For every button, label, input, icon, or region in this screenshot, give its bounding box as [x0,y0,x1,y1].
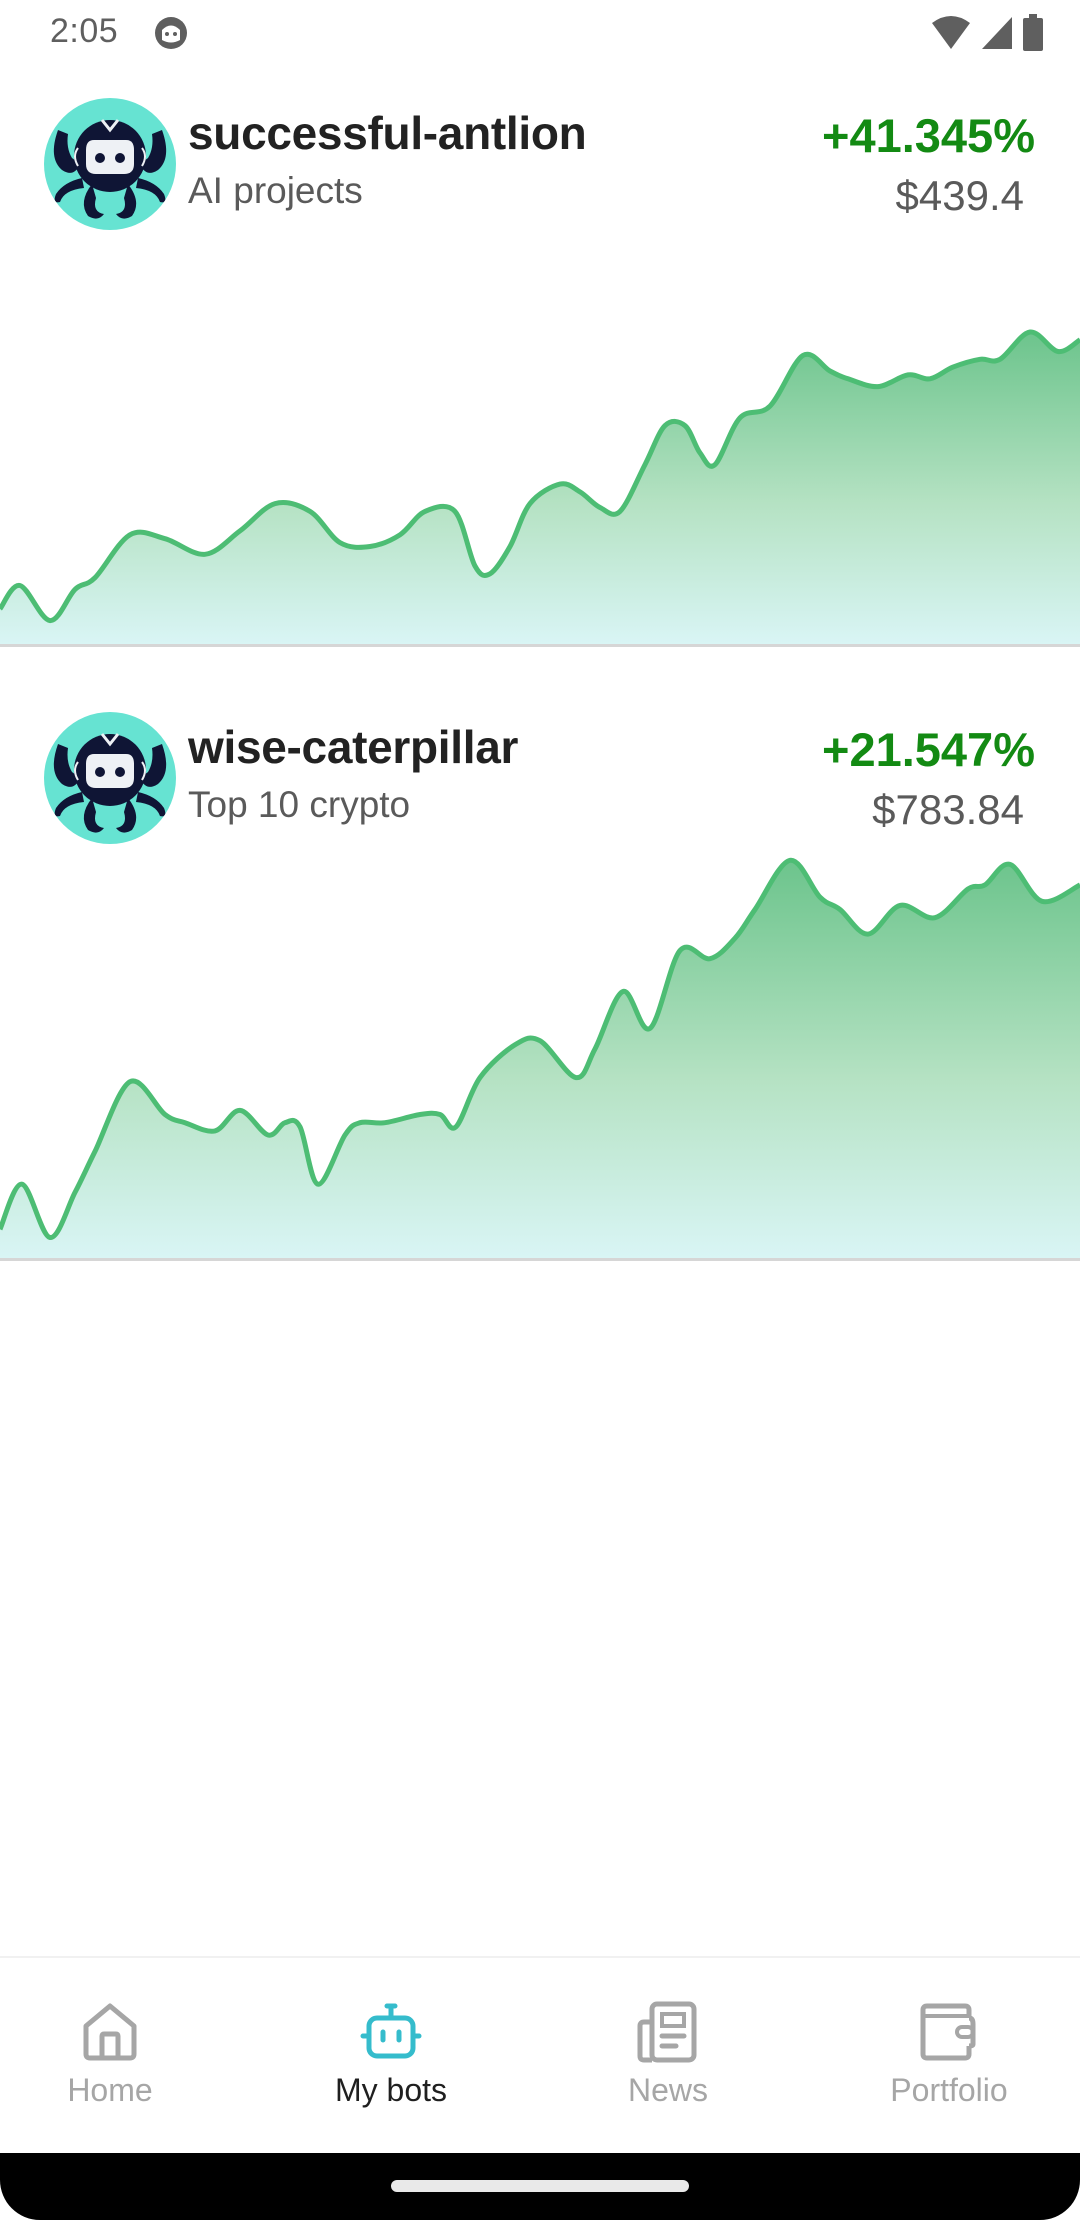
battery-icon [1023,14,1043,51]
android-debug-icon [155,17,187,49]
bot-card[interactable]: successful-antlion AI projects +41.345% … [0,66,1080,647]
bot-card-header: wise-caterpillar Top 10 crypto +21.547% … [0,680,1080,860]
wifi-icon [932,16,970,49]
bot-name: wise-caterpillar [188,721,519,773]
wallet-icon [920,2003,976,2061]
system-gesture-bar [0,2153,1080,2220]
status-time: 2:05 [50,12,119,50]
nav-label: My bots [334,2072,448,2108]
robot-icon [360,2003,422,2059]
nav-label: Home [67,2072,153,2108]
octopus-robot-avatar-icon [53,733,167,833]
nav-item-news[interactable]: News [533,1958,803,2155]
bot-name: successful-antlion [188,107,587,159]
performance-chart [0,246,1080,644]
bot-description: AI projects [188,170,363,211]
newspaper-icon [637,2001,697,2063]
bot-description: Top 10 crypto [188,784,411,825]
nav-label: News [627,2072,708,2108]
chart-area-fill [0,860,1080,1258]
status-icons [930,14,1044,52]
performance-chart [0,840,1080,1258]
home-icon [83,2003,137,2061]
card-divider [0,1258,1080,1261]
nav-label: Portfolio [890,2072,1008,2108]
bot-change-percent: +41.345% [822,109,1035,162]
bot-card-header: successful-antlion AI projects +41.345% … [0,66,1080,246]
bot-avatar [44,712,176,844]
nav-item-home[interactable]: Home [0,1958,245,2155]
bot-value: $783.84 [872,786,1024,833]
bot-value: $439.4 [895,172,1024,219]
cellular-signal-icon [982,17,1012,49]
status-bar: 2:05 [0,0,1080,66]
card-divider [0,644,1080,647]
bot-card[interactable]: wise-caterpillar Top 10 crypto +21.547% … [0,680,1080,1261]
octopus-robot-avatar-icon [53,119,167,219]
home-gesture-handle[interactable] [391,2180,689,2192]
nav-item-portfolio[interactable]: Portfolio [814,1958,1080,2155]
performance-chart-svg [0,857,1080,1258]
performance-chart-svg [0,329,1080,644]
nav-item-my-bots[interactable]: My bots [256,1958,526,2155]
bottom-nav: Home My bots News Portfolio [0,1956,1080,2153]
bot-avatar [44,98,176,230]
bot-change-percent: +21.547% [822,723,1035,776]
